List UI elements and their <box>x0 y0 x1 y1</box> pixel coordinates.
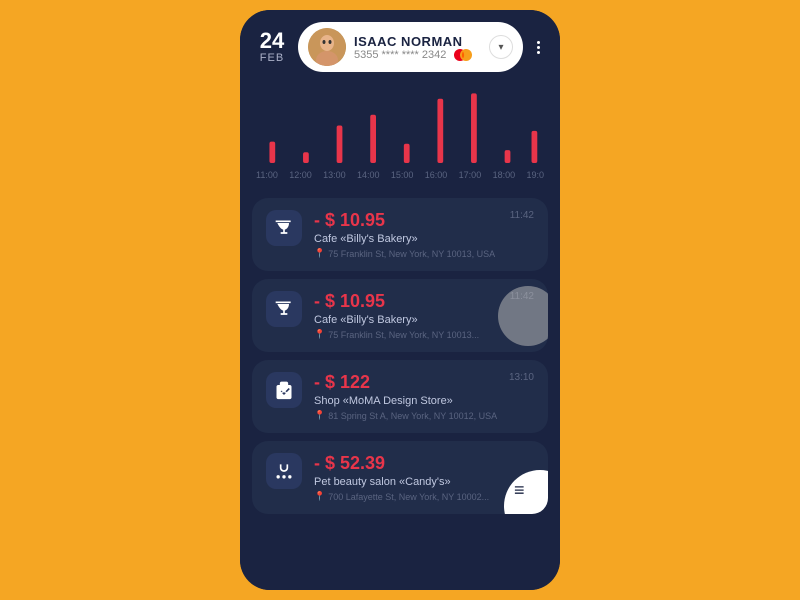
date-month: FEB <box>260 52 284 64</box>
transaction-item[interactable]: - $ 52.39 Pet beauty salon «Candy's» 📍 7… <box>252 441 548 514</box>
date-day: 24 <box>260 30 284 52</box>
transaction-address: 81 Spring St A, New York, NY 10012, USA <box>328 411 497 421</box>
pin-icon: 📍 <box>314 248 325 259</box>
transaction-address-row: 📍 81 Spring St A, New York, NY 10012, US… <box>314 410 534 421</box>
mastercard-icon <box>453 49 473 61</box>
transaction-amount: - $ 10.95 <box>314 210 534 231</box>
chart-label: 12:00 <box>289 170 312 180</box>
chart-area: 11:00 12:00 13:00 14:00 15:00 16:00 17:0… <box>240 80 560 190</box>
dot <box>537 51 540 54</box>
pin-icon: 📍 <box>314 329 325 340</box>
transaction-name: Cafe «Billy's Bakery» <box>314 233 534 245</box>
chevron-down-icon: ▾ <box>498 42 503 53</box>
pin-icon: 📍 <box>314 491 325 502</box>
user-name: ISAAC NORMAN <box>354 34 481 49</box>
date-block: 24 FEB <box>256 30 288 64</box>
chart-label: 15:00 <box>391 170 414 180</box>
transaction-name: Shop «MoMA Design Store» <box>314 395 534 407</box>
avatar <box>308 28 346 66</box>
transaction-name: Pet beauty salon «Candy's» <box>314 476 534 488</box>
more-menu-button[interactable] <box>533 41 544 54</box>
pin-icon: 📍 <box>314 410 325 421</box>
transaction-item[interactable]: 11:42 - $ 10.95 Cafe «Billy's Bakery» 📍 … <box>252 198 548 271</box>
dot <box>537 46 540 49</box>
transaction-address-row: 📍 75 Franklin St, New York, NY 10013, US… <box>314 248 534 259</box>
transaction-icon <box>266 210 302 246</box>
transaction-address: 75 Franklin St, New York, NY 10013, USA <box>328 249 495 259</box>
chart-label: 16:00 <box>425 170 448 180</box>
chart-label: 13:00 <box>323 170 346 180</box>
transaction-icon <box>266 372 302 408</box>
menu-icon: ≡ <box>514 480 525 501</box>
card-number: 5355 **** **** 2342 <box>354 49 481 61</box>
phone-screen: 24 FEB ISAAC NORMAN 5355 **** **** 2342 <box>240 10 560 590</box>
transaction-list: 11:42 - $ 10.95 Cafe «Billy's Bakery» 📍 … <box>240 190 560 590</box>
chart-label: 11:00 <box>256 170 278 180</box>
transaction-content: - $ 52.39 Pet beauty salon «Candy's» 📍 7… <box>314 453 534 502</box>
dot <box>537 41 540 44</box>
chart-label: 14:00 <box>357 170 380 180</box>
transaction-amount: - $ 52.39 <box>314 453 534 474</box>
transaction-icon <box>266 453 302 489</box>
transaction-amount: - $ 122 <box>314 372 534 393</box>
chart-label: 18:00 <box>493 170 516 180</box>
transaction-row: - $ 52.39 Pet beauty salon «Candy's» 📍 7… <box>266 453 534 502</box>
transaction-icon <box>266 291 302 327</box>
transaction-content: - $ 122 Shop «MoMA Design Store» 📍 81 Sp… <box>314 372 534 421</box>
chart-label: 17:00 <box>459 170 482 180</box>
transaction-item[interactable]: 13:10 - $ 122 Shop «MoMA Design Store» 📍 <box>252 360 548 433</box>
transaction-row: - $ 122 Shop «MoMA Design Store» 📍 81 Sp… <box>266 372 534 421</box>
transaction-item[interactable]: 11:42 - $ 10.95 Cafe «Billy's Bakery» 📍 … <box>252 279 548 352</box>
user-card[interactable]: ISAAC NORMAN 5355 **** **** 2342 ▾ <box>298 22 523 72</box>
header: 24 FEB ISAAC NORMAN 5355 **** **** 2342 <box>240 10 560 80</box>
chart-label: 19:0 <box>526 170 544 180</box>
transaction-address: 700 Lafayette St, New York, NY 10002... <box>328 492 489 502</box>
chart-labels: 11:00 12:00 13:00 14:00 15:00 16:00 17:0… <box>256 168 544 182</box>
transaction-address: 75 Franklin St, New York, NY 10013... <box>328 330 479 340</box>
user-info: ISAAC NORMAN 5355 **** **** 2342 <box>354 34 481 61</box>
transaction-address-row: 📍 700 Lafayette St, New York, NY 10002..… <box>314 491 534 502</box>
chart-svg <box>256 88 544 163</box>
transaction-time: 13:10 <box>509 372 534 383</box>
transaction-row: - $ 10.95 Cafe «Billy's Bakery» 📍 75 Fra… <box>266 291 534 340</box>
transaction-row: - $ 10.95 Cafe «Billy's Bakery» 📍 75 Fra… <box>266 210 534 259</box>
transaction-address-row: 📍 75 Franklin St, New York, NY 10013... <box>314 329 534 340</box>
transaction-content: - $ 10.95 Cafe «Billy's Bakery» 📍 75 Fra… <box>314 210 534 259</box>
dropdown-button[interactable]: ▾ <box>489 35 513 59</box>
transaction-time: 11:42 <box>510 210 534 221</box>
